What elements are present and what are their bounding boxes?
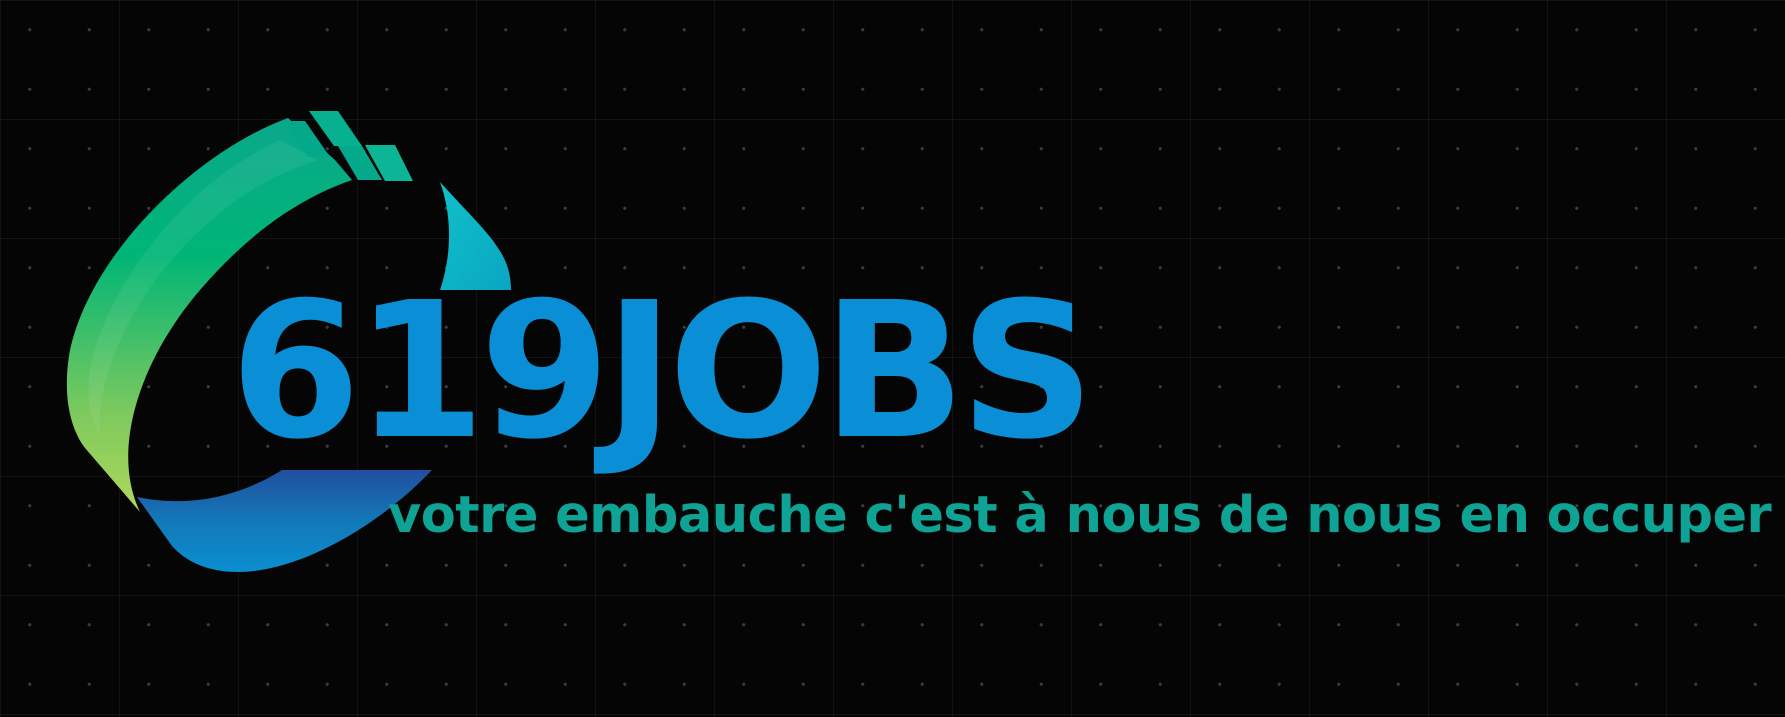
tagline: votre embauche c'est à nous de nous en o… (388, 486, 1772, 545)
brand-name: 619JOBS (230, 262, 1095, 481)
